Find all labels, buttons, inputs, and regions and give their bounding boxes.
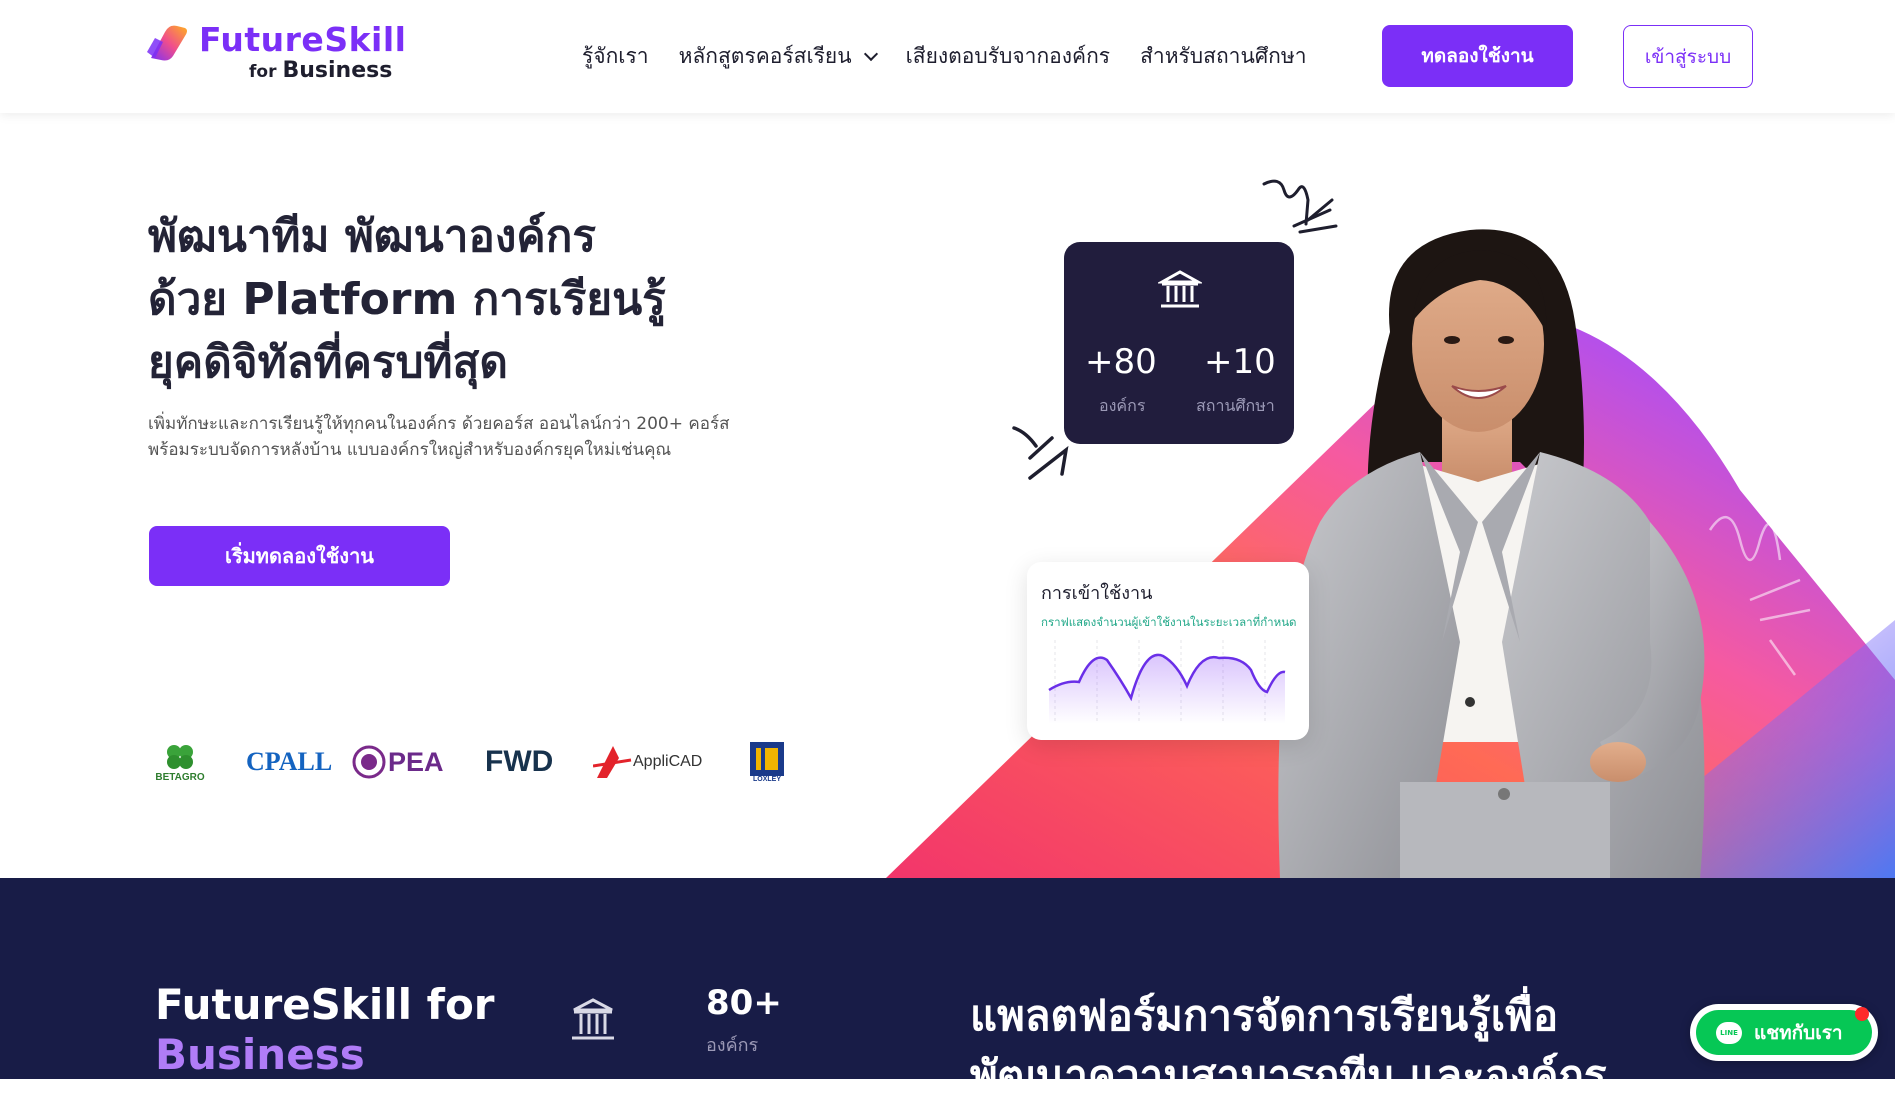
- scribble-left: [1012, 426, 1069, 480]
- platform-brand-title: FutureSkill for Business: [155, 980, 495, 1080]
- partner-logo-loxley: LOXLEY: [750, 738, 784, 786]
- partner-logo-applicad: AppliCAD: [593, 738, 702, 786]
- usage-title: การเข้าใช้งาน: [1041, 583, 1153, 604]
- nav-link-courses[interactable]: หลักสูตรคอร์สเรียน: [678, 40, 878, 73]
- partner-logo-cpall: CPALL: [246, 747, 333, 776]
- usage-chart-card: การเข้าใช้งาน กราฟแสดงจำนวนผู้เข้าใช้งาน…: [1027, 562, 1309, 740]
- institution-icon: [572, 998, 614, 1040]
- logo-for: for: [249, 62, 277, 82]
- futureskill-logo-icon: [147, 25, 187, 61]
- line-chat-widget[interactable]: LINE แชทกับเรา: [1690, 1004, 1878, 1061]
- chat-label: แชทกับเรา: [1754, 1021, 1843, 1044]
- platform-heading-line2: พัฒนาความสามารถทีม และองค์กร: [970, 1051, 1607, 1100]
- logo-subtitle: for Business: [249, 58, 392, 83]
- brand-line1: FutureSkill for: [155, 980, 495, 1029]
- notification-dot: [1855, 1007, 1869, 1021]
- organization-stats-card: +80 องค์กร +10 สถานศึกษา: [1064, 242, 1294, 444]
- hero-description: เพิ่มทักษะและการเรียนรู้ให้ทุกคนในองค์กร…: [148, 411, 729, 463]
- brand-line2: Business: [155, 1030, 365, 1079]
- edu-count: +10: [1204, 342, 1276, 382]
- partner-logo-pea: PEA: [352, 738, 444, 786]
- org-count-label: องค์กร: [706, 1035, 759, 1056]
- pea-label: PEA: [388, 746, 444, 777]
- nav-link-education[interactable]: สำหรับสถานศึกษา: [1140, 40, 1306, 73]
- loxley-label: LOXLEY: [752, 775, 781, 783]
- org-count-stat: 80+: [706, 983, 782, 1023]
- platform-heading: แพลตฟอร์มการจัดการเรียนรู้เพื่อ พัฒนาควา…: [970, 986, 1730, 1106]
- nav-link-about[interactable]: รู้จักเรา: [582, 40, 649, 73]
- hero-desc-line2: พร้อมระบบจัดการหลังบ้าน แบบองค์กรใหญ่สำห…: [148, 440, 672, 460]
- top-navbar: FutureSkill for Business รู้จักเรา หลักสู…: [0, 0, 1895, 113]
- futureskill-logo[interactable]: FutureSkill for Business: [145, 20, 406, 90]
- org-label: องค์กร: [1099, 396, 1146, 415]
- chevron-down-icon: [863, 46, 878, 61]
- building-icon: [1158, 270, 1202, 308]
- hero-title-line1: พัฒนาทีม พัฒนาองค์กร: [148, 211, 597, 262]
- login-button[interactable]: เข้าสู่ระบบ: [1623, 25, 1753, 88]
- hero-title: พัฒนาทีม พัฒนาองค์กร ด้วย Platform การเร…: [148, 205, 666, 394]
- logo-text: FutureSkill: [199, 20, 407, 59]
- usage-line-graph: [1048, 640, 1286, 724]
- applicad-label: AppliCAD: [633, 753, 703, 770]
- hero-title-line2: ด้วย Platform การเรียนรู้: [148, 274, 666, 325]
- org-count: +80: [1085, 342, 1157, 382]
- start-trial-button[interactable]: เริ่มทดลองใช้งาน: [149, 526, 450, 586]
- edu-label: สถานศึกษา: [1196, 396, 1275, 415]
- pea-emblem-icon: [352, 745, 386, 779]
- nav-link-courses-label: หลักสูตรคอร์สเรียน: [678, 44, 852, 68]
- hero-title-line3: ยุคดิจิทัลที่ครบที่สุด: [148, 337, 508, 388]
- partner-logos: BETAGRO CPALL PEA FWD AppliCAD LOXLEY: [148, 738, 788, 786]
- applicad-mark-icon: [593, 746, 632, 778]
- usage-subtitle: กราฟแสดงจำนวนผู้เข้าใช้งานในระยะเวลาที่ก…: [1041, 615, 1297, 629]
- line-icon: LINE: [1716, 1021, 1742, 1044]
- nav-link-testimonials[interactable]: เสียงตอบรับจากองค์กร: [906, 40, 1110, 73]
- loxley-emblem-icon: [750, 741, 784, 776]
- platform-heading-line1: แพลตฟอร์มการจัดการเรียนรู้เพื่อ: [970, 991, 1559, 1040]
- hero-businesswoman-photo: [1278, 229, 1705, 879]
- partner-logo-fwd: FWD: [485, 745, 554, 778]
- betagro-label: BETAGRO: [155, 771, 205, 783]
- nav-links: รู้จักเรา หลักสูตรคอร์สเรียน เสียงตอบรับ…: [582, 40, 1337, 73]
- logo-business: Business: [282, 58, 393, 83]
- line-chat-button[interactable]: LINE แชทกับเรา: [1696, 1010, 1872, 1055]
- trial-button[interactable]: ทดลองใช้งาน: [1382, 25, 1573, 87]
- hero-desc-line1: เพิ่มทักษะและการเรียนรู้ให้ทุกคนในองค์กร…: [148, 414, 730, 434]
- partner-logo-betagro: BETAGRO: [148, 738, 212, 786]
- betagro-clover-icon: [167, 744, 193, 769]
